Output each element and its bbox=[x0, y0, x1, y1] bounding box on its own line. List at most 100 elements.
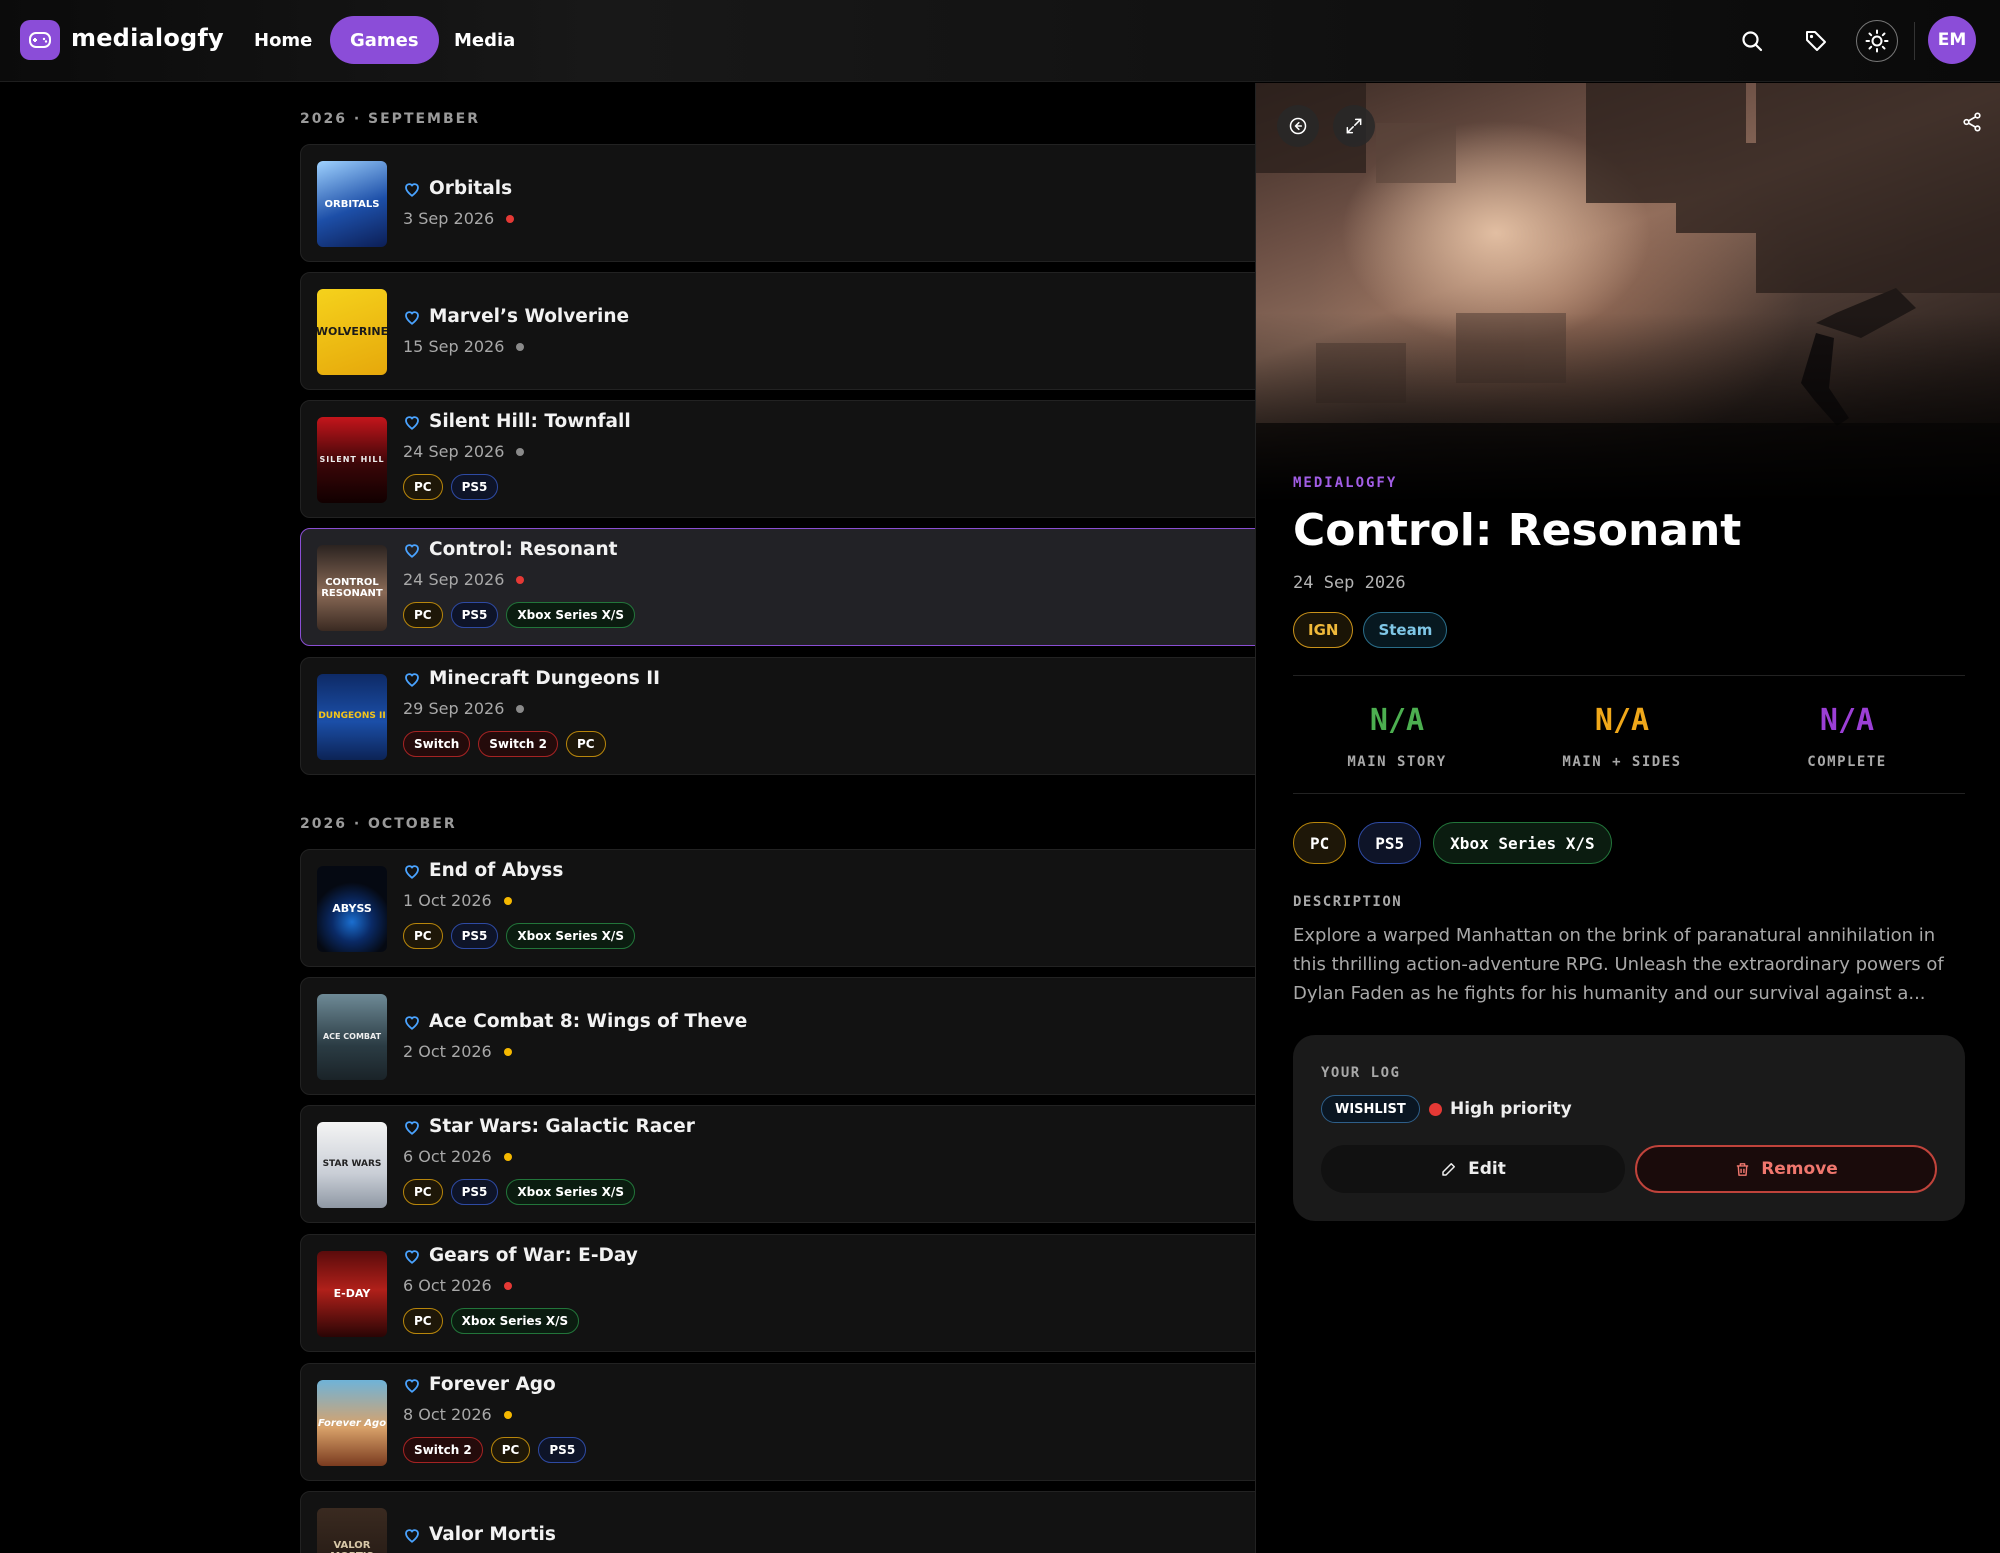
game-card[interactable]: DUNGEONS II Minecraft Dungeons II 29 Sep… bbox=[300, 657, 1255, 775]
heart-icon[interactable] bbox=[403, 308, 421, 326]
priority-label: High priority bbox=[1450, 1099, 1572, 1119]
heart-icon[interactable] bbox=[403, 1376, 421, 1394]
platform-badge-ps5: PS5 bbox=[538, 1437, 587, 1463]
priority-dot bbox=[503, 1152, 512, 1161]
game-title: Control: Resonant bbox=[429, 539, 618, 560]
divider bbox=[1293, 675, 1965, 676]
game-card[interactable]: STAR WARS Star Wars: Galactic Racer 6 Oc… bbox=[300, 1105, 1255, 1223]
your-log-card: YOUR LOG WISHLIST High priority Edit Rem… bbox=[1293, 1035, 1965, 1221]
priority-dot bbox=[516, 575, 525, 584]
game-card[interactable]: E-DAY Gears of War: E-Day 6 Oct 2026 PC … bbox=[300, 1234, 1255, 1352]
heart-icon[interactable] bbox=[403, 1526, 421, 1544]
nav-games[interactable]: Games bbox=[330, 16, 439, 64]
heart-icon[interactable] bbox=[403, 413, 421, 431]
game-title: Valor Mortis bbox=[429, 1524, 556, 1545]
heart-icon[interactable] bbox=[403, 1118, 421, 1136]
description-text: Explore a warped Manhattan on the brink … bbox=[1293, 925, 1944, 1004]
game-cover: VALOR MORTIS bbox=[317, 1508, 387, 1553]
release-date: 3 Sep 2026 bbox=[403, 209, 495, 228]
ign-link[interactable]: IGN bbox=[1293, 612, 1354, 648]
stat-complete: N/A COMPLETE bbox=[1737, 703, 1957, 770]
trash-icon bbox=[1737, 1162, 1749, 1176]
platform-badge-switch-2: Switch 2 bbox=[403, 1437, 483, 1463]
edit-button[interactable]: Edit bbox=[1321, 1145, 1625, 1193]
platform-badge-xbox: Xbox Series X/S bbox=[506, 923, 635, 949]
game-card[interactable]: ACE COMBAT Ace Combat 8: Wings of Theve … bbox=[300, 977, 1255, 1095]
remove-button[interactable]: Remove bbox=[1635, 1145, 1937, 1193]
release-date: 15 Sep 2026 bbox=[403, 337, 505, 356]
game-title: Marvel’s Wolverine bbox=[429, 306, 630, 327]
log-label: YOUR LOG bbox=[1321, 1065, 1401, 1081]
priority-dot bbox=[516, 704, 525, 713]
detail-platform-ps5: PS5 bbox=[1358, 822, 1422, 864]
game-title: Gears of War: E-Day bbox=[429, 1245, 638, 1266]
game-title: Orbitals bbox=[429, 178, 513, 199]
remove-label: Remove bbox=[1761, 1159, 1838, 1179]
avatar[interactable]: EM bbox=[1928, 16, 1976, 64]
priority-dot bbox=[503, 896, 512, 905]
heart-icon[interactable] bbox=[403, 670, 421, 688]
gamepad-logo-icon[interactable] bbox=[20, 20, 60, 60]
game-card[interactable]: WOLVERINE Marvel’s Wolverine 15 Sep 2026 bbox=[300, 272, 1255, 390]
release-date: 6 Oct 2026 bbox=[403, 1147, 492, 1166]
heart-icon[interactable] bbox=[403, 1247, 421, 1265]
game-card[interactable]: ABYSS End of Abyss 1 Oct 2026 PC PS5 Xbo… bbox=[300, 849, 1255, 967]
game-title: Minecraft Dungeons II bbox=[429, 668, 660, 689]
steam-link[interactable]: Steam bbox=[1363, 612, 1448, 648]
heart-icon[interactable] bbox=[403, 180, 421, 198]
release-date: 2 Oct 2026 bbox=[403, 1042, 492, 1061]
app-name[interactable]: medialogfy bbox=[71, 24, 224, 52]
priority-dot bbox=[503, 1047, 512, 1056]
priority-dot bbox=[516, 342, 525, 351]
detail-title: Control: Resonant bbox=[1293, 505, 1742, 556]
description-label: DESCRIPTION bbox=[1293, 894, 1403, 910]
stat-value: N/A bbox=[1594, 703, 1650, 738]
game-card[interactable]: VALOR MORTIS Valor Mortis bbox=[300, 1491, 1255, 1553]
platform-badge-pc: PC bbox=[403, 1179, 443, 1205]
release-date: 6 Oct 2026 bbox=[403, 1276, 492, 1295]
game-title: Forever Ago bbox=[429, 1374, 556, 1395]
game-cover: SILENT HILL bbox=[317, 417, 387, 503]
search-icon[interactable] bbox=[1731, 20, 1773, 62]
platform-badge-pc: PC bbox=[403, 474, 443, 500]
detail-platform-pc: PC bbox=[1293, 822, 1347, 864]
release-date: 29 Sep 2026 bbox=[403, 699, 505, 718]
priority-dot bbox=[503, 1410, 512, 1419]
game-card-selected[interactable]: CONTROL RESONANT Control: Resonant 24 Se… bbox=[300, 528, 1255, 646]
game-title: End of Abyss bbox=[429, 860, 564, 881]
platform-badge-switch: Switch bbox=[403, 731, 471, 757]
heart-icon[interactable] bbox=[403, 541, 421, 559]
priority-dot bbox=[516, 447, 525, 456]
platform-badge-ps5: PS5 bbox=[450, 474, 499, 500]
game-card[interactable]: Forever Ago Forever Ago 8 Oct 2026 Switc… bbox=[300, 1363, 1255, 1481]
game-title: Ace Combat 8: Wings of Theve bbox=[429, 1011, 748, 1032]
priority-indicator: High priority bbox=[1429, 1096, 1572, 1122]
sun-theme-icon[interactable] bbox=[1856, 20, 1898, 62]
game-cover: ACE COMBAT bbox=[317, 994, 387, 1080]
game-card[interactable]: SILENT HILL Silent Hill: Townfall 24 Sep… bbox=[300, 400, 1255, 518]
priority-dot bbox=[503, 1281, 512, 1290]
tag-icon[interactable] bbox=[1795, 20, 1837, 62]
game-cover: CONTROL RESONANT bbox=[317, 545, 387, 631]
status-badge: WISHLIST bbox=[1321, 1095, 1420, 1123]
section-label-october: 2026 · OCTOBER bbox=[300, 816, 457, 832]
platform-badge-pc: PC bbox=[403, 923, 443, 949]
platform-badge-ps5: PS5 bbox=[450, 923, 499, 949]
divider bbox=[1293, 793, 1965, 794]
game-title: Star Wars: Galactic Racer bbox=[429, 1116, 695, 1137]
game-card[interactable]: ORBITALS Orbitals 3 Sep 2026 bbox=[300, 144, 1255, 262]
top-bar: medialogfy Home Games Media EM bbox=[0, 0, 2000, 82]
game-title: Silent Hill: Townfall bbox=[429, 411, 631, 432]
share-icon[interactable] bbox=[1961, 111, 1983, 137]
heart-icon[interactable] bbox=[403, 862, 421, 880]
nav-home[interactable]: Home bbox=[234, 16, 332, 64]
nav-media[interactable]: Media bbox=[434, 16, 535, 64]
expand-icon[interactable] bbox=[1333, 105, 1375, 147]
game-cover: Forever Ago bbox=[317, 1380, 387, 1466]
heart-icon[interactable] bbox=[403, 1013, 421, 1031]
platform-badge-pc: PC bbox=[403, 1308, 443, 1334]
game-cover: E-DAY bbox=[317, 1251, 387, 1337]
detail-eyebrow: MEDIALOGFY bbox=[1293, 475, 1398, 491]
back-arrow-icon[interactable] bbox=[1277, 105, 1319, 147]
platform-badge-ps5: PS5 bbox=[450, 1179, 499, 1205]
